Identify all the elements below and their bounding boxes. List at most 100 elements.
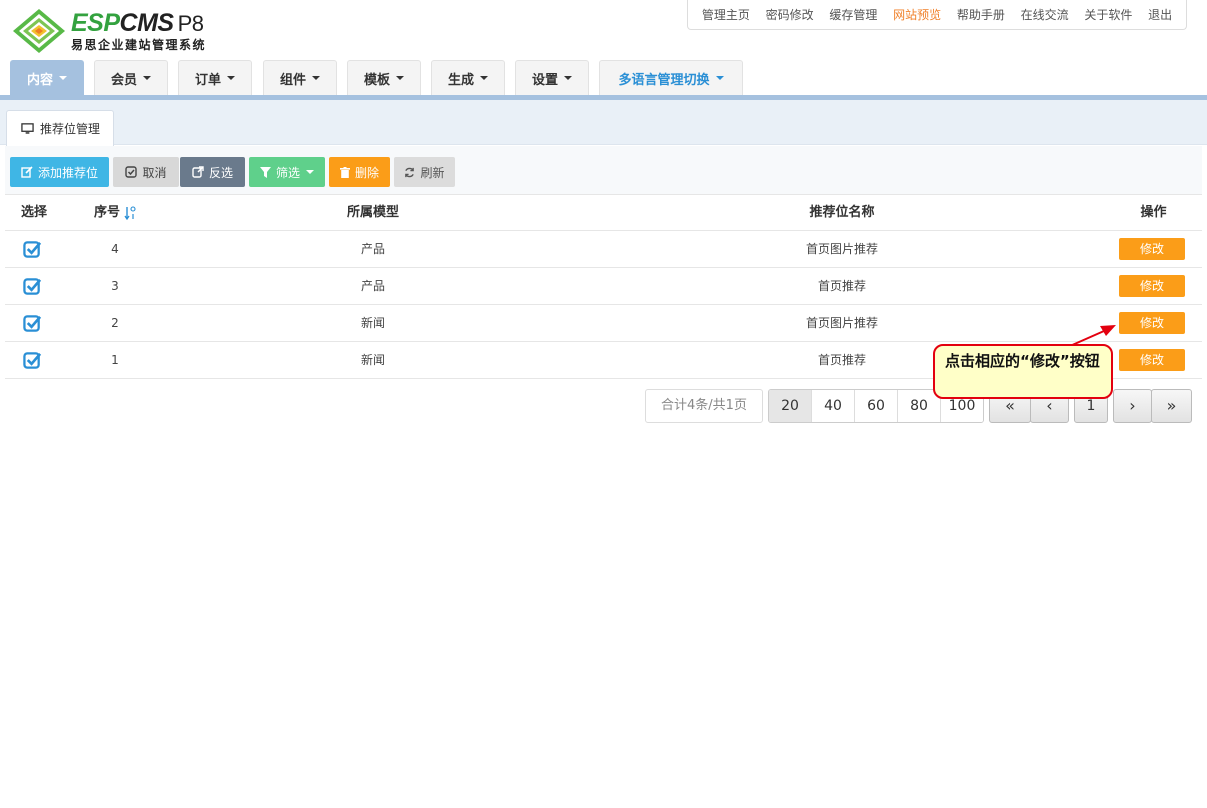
chevron-down-icon [312,76,320,80]
table-row: 4 产品 首页图片推荐 修改 [5,231,1202,268]
topnav-about-link[interactable]: 关于软件 [1084,6,1132,23]
refresh-icon [405,167,415,177]
nav-tab-content[interactable]: 内容 [10,60,84,95]
checked-checkbox-icon[interactable] [23,277,42,296]
checked-checkbox-icon[interactable] [23,314,42,333]
edit-button[interactable]: 修改 [1119,312,1185,334]
row-number: 3 [111,279,119,293]
check-square-icon [125,166,138,178]
nav-tab-language-switch[interactable]: 多语言管理切换 [599,60,743,95]
checked-checkbox-icon[interactable] [23,240,42,259]
topnav-password-link[interactable]: 密码修改 [766,6,814,23]
page-size-option[interactable]: 20 [769,390,811,422]
edit-icon [21,166,33,178]
espcms-logo-icon [13,9,65,53]
checked-checkbox-icon[interactable] [23,351,42,370]
header-position-name: 推荐位名称 [809,205,875,220]
add-recommend-button[interactable]: 添加推荐位 [10,157,109,187]
row-model: 新闻 [360,316,385,330]
nav-tab-components[interactable]: 组件 [263,60,337,95]
brand-name-cms: CMS [119,9,175,37]
brand-name-esp: ESP [71,9,120,37]
row-number: 4 [111,242,119,256]
topnav-cache-link[interactable]: 缓存管理 [829,6,877,23]
header-number[interactable]: 序号 [63,195,167,231]
table-row: 2 新闻 首页图片推荐 修改 [5,305,1202,342]
row-model: 产品 [360,279,385,293]
header-model: 所属模型 [346,205,399,220]
nav-tab-generate[interactable]: 生成 [431,60,505,95]
nav-tab-label: 组件 [279,72,306,88]
row-number: 1 [111,353,119,367]
nav-tab-label: 多语言管理切换 [618,72,710,88]
header-number-label: 序号 [93,205,120,220]
espcms-logo[interactable]: ESPCMS P8 易思企业建站管理系统 [12,6,242,54]
delete-label: 删除 [354,165,379,180]
row-position-name: 首页图片推荐 [805,242,878,256]
monitor-icon [21,123,34,134]
cancel-selection-label: 取消 [142,165,167,180]
nav-tab-templates[interactable]: 模板 [347,60,421,95]
chevron-down-icon [227,76,235,80]
sub-tab-band: 推荐位管理 [0,100,1207,146]
topnav-chat-link[interactable]: 在线交流 [1021,6,1069,23]
next-page-button[interactable]: › [1113,389,1152,423]
refresh-label: 刷新 [420,165,445,180]
nav-tab-orders[interactable]: 订单 [178,60,252,95]
topnav-logout-link[interactable]: 退出 [1148,6,1172,23]
chevron-down-icon [143,76,151,80]
last-page-button[interactable]: » [1151,389,1192,423]
row-position-name: 首页图片推荐 [805,316,878,330]
header-operation: 操作 [1140,205,1167,220]
nav-tab-label: 内容 [26,72,53,88]
table-header: 选择 序号 所属模型 推荐位名称 操作 [5,194,1202,231]
nav-tab-settings[interactable]: 设置 [515,60,589,95]
refresh-button[interactable]: 刷新 [394,157,455,187]
invert-selection-label: 反选 [208,165,233,180]
nav-tab-label: 模板 [363,72,390,88]
trash-icon [339,166,350,178]
nav-tab-label: 设置 [531,72,558,88]
tab-recommend-positions[interactable]: 推荐位管理 [6,110,114,146]
header-select: 选择 [20,205,47,220]
topnav-home-link[interactable]: 管理主页 [702,6,750,23]
edit-button[interactable]: 修改 [1119,238,1185,260]
delete-button[interactable]: 删除 [329,157,390,187]
filter-dropdown-button[interactable]: 筛选 [249,157,325,187]
chevron-down-icon [564,76,572,80]
topnav-help-link[interactable]: 帮助手册 [957,6,1005,23]
chevron-down-icon [59,76,67,80]
brand-version: P8 [177,11,204,36]
brand-name: ESPCMS P8 [71,10,204,37]
nav-tab-label: 生成 [447,72,474,88]
app-header: ESPCMS P8 易思企业建站管理系统 管理主页 密码修改 缓存管理 网站预览 … [0,0,1207,60]
table-row: 3 产品 首页推荐 修改 [5,268,1202,305]
edit-button[interactable]: 修改 [1119,275,1185,297]
cancel-selection-button[interactable]: 取消 [113,157,179,187]
page-size-option[interactable]: 60 [854,390,897,422]
add-recommend-label: 添加推荐位 [37,165,98,180]
chevron-down-icon [715,76,724,80]
chevron-down-icon [306,170,314,174]
nav-tab-label: 订单 [194,72,221,88]
chevron-down-icon [480,76,488,80]
page-size-option[interactable]: 80 [897,390,940,422]
invert-selection-button[interactable]: 反选 [180,157,245,187]
topnav-preview-link[interactable]: 网站预览 [893,6,941,23]
list-toolbar: 添加推荐位 取消 反选 筛选 删除 刷新 [5,146,1202,194]
sort-icon [124,205,136,220]
instruction-callout: 点击相应的“修改”按钮 [933,344,1113,399]
page-size-option[interactable]: 40 [811,390,854,422]
edit-button[interactable]: 修改 [1119,349,1185,371]
row-model: 新闻 [360,353,385,367]
brand-subtitle: 易思企业建站管理系统 [71,38,207,52]
main-nav: 内容 会员 订单 组件 模板 生成 设置 多语言管理切换 [0,60,1207,100]
top-utility-nav: 管理主页 密码修改 缓存管理 网站预览 帮助手册 在线交流 关于软件 退出 [687,0,1187,30]
tab-label: 推荐位管理 [40,122,101,136]
nav-tab-members[interactable]: 会员 [94,60,168,95]
chevron-down-icon [396,76,404,80]
share-square-icon [192,166,204,178]
pager-summary: 合计4条/共1页 [645,389,763,423]
row-position-name: 首页推荐 [817,279,866,293]
nav-tab-label: 会员 [110,72,137,88]
